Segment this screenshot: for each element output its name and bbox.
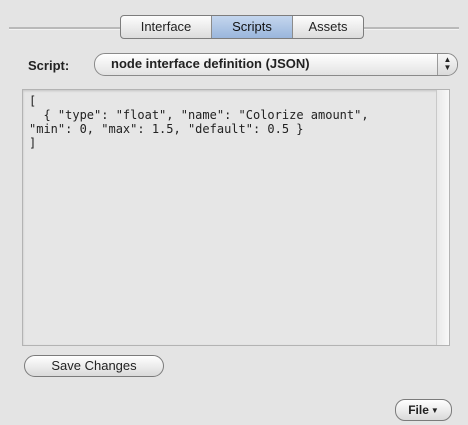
tab-assets[interactable]: Assets: [293, 16, 363, 38]
file-menu-button[interactable]: File ▼: [395, 399, 452, 421]
tab-scripts[interactable]: Scripts: [212, 16, 293, 38]
chevron-down-icon: ▼: [430, 406, 439, 415]
script-select-value: node interface definition (JSON): [111, 56, 310, 71]
script-editor[interactable]: [ { "type": "float", "name": "Colorize a…: [22, 89, 450, 346]
script-select[interactable]: node interface definition (JSON) ▲ ▼: [94, 53, 458, 76]
tab-bar: Interface Scripts Assets: [120, 15, 364, 39]
editor-scrollbar[interactable]: [436, 90, 449, 345]
script-panel: Interface Scripts Assets Script: node in…: [0, 0, 468, 425]
save-changes-button[interactable]: Save Changes: [24, 355, 164, 377]
script-label: Script:: [28, 58, 70, 73]
tab-interface[interactable]: Interface: [121, 16, 212, 38]
file-menu-label: File: [408, 403, 429, 417]
select-arrows-icon: ▲ ▼: [437, 54, 457, 75]
script-editor-text[interactable]: [ { "type": "float", "name": "Colorize a…: [29, 94, 429, 150]
